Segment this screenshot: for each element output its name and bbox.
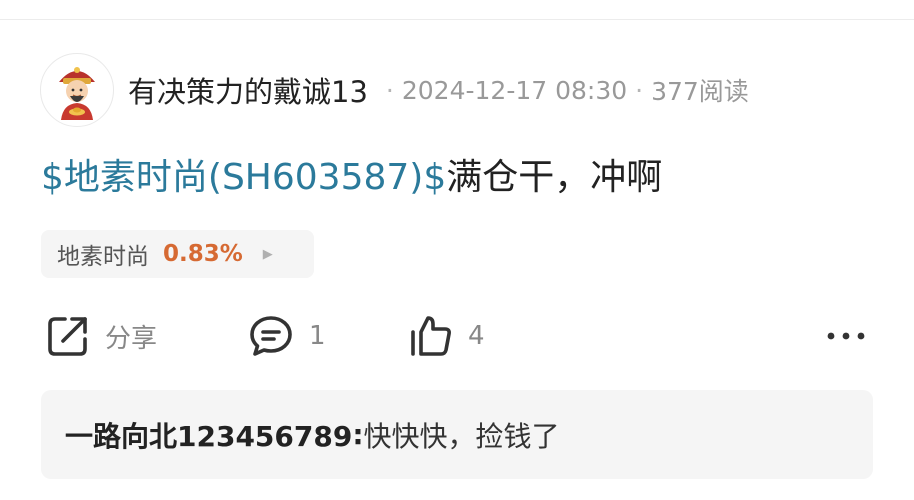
share-button[interactable]: 分享 <box>45 307 157 365</box>
comment-icon <box>250 316 292 356</box>
post-content: $地素时尚(SH603587)$满仓干，冲啊 <box>41 150 662 206</box>
commenter-colon: : <box>352 418 364 451</box>
stock-chip-change: 0.83% <box>163 241 243 267</box>
meta-separator: · <box>635 75 644 105</box>
triangle-right-icon: ▶ <box>262 246 273 262</box>
comment-preview[interactable]: 一路向北123456789: 快快快，捡钱了 <box>41 390 873 479</box>
thumbs-up-icon <box>411 316 451 356</box>
comment-text: 快快快，捡钱了 <box>363 419 560 453</box>
top-divider <box>0 19 914 20</box>
post-datetime: 2024-12-17 08:30 <box>401 75 628 105</box>
post-body-text: 满仓干，冲啊 <box>446 157 663 198</box>
author-name[interactable]: 有决策力的戴诚13 <box>128 69 368 111</box>
like-button[interactable]: 4 <box>408 307 485 365</box>
meta-separator: · <box>385 75 394 105</box>
stock-quote-chip[interactable]: 地素时尚 0.83% ▶ <box>41 230 314 278</box>
commenter-name[interactable]: 一路向北123456789 <box>65 415 352 455</box>
like-count: 4 <box>468 321 485 351</box>
action-bar: 分享 1 4 <box>0 307 914 365</box>
stock-tag-link[interactable]: $地素时尚(SH603587)$ <box>41 157 446 198</box>
share-icon <box>48 317 87 356</box>
avatar[interactable] <box>40 53 114 127</box>
post-header: 有决策力的戴诚13 · 2024-12-17 08:30 · 377阅读 <box>40 53 749 127</box>
share-label: 分享 <box>105 323 158 354</box>
more-button[interactable] <box>824 307 868 365</box>
view-count: 377阅读 <box>651 77 749 106</box>
post-meta: · 2024-12-17 08:30 · 377阅读 <box>378 72 749 108</box>
more-icon <box>827 332 865 340</box>
stock-chip-name: 地素时尚 <box>57 244 149 270</box>
comment-button[interactable]: 1 <box>247 307 326 365</box>
comment-count: 1 <box>309 321 326 351</box>
avatar-icon <box>59 67 95 120</box>
